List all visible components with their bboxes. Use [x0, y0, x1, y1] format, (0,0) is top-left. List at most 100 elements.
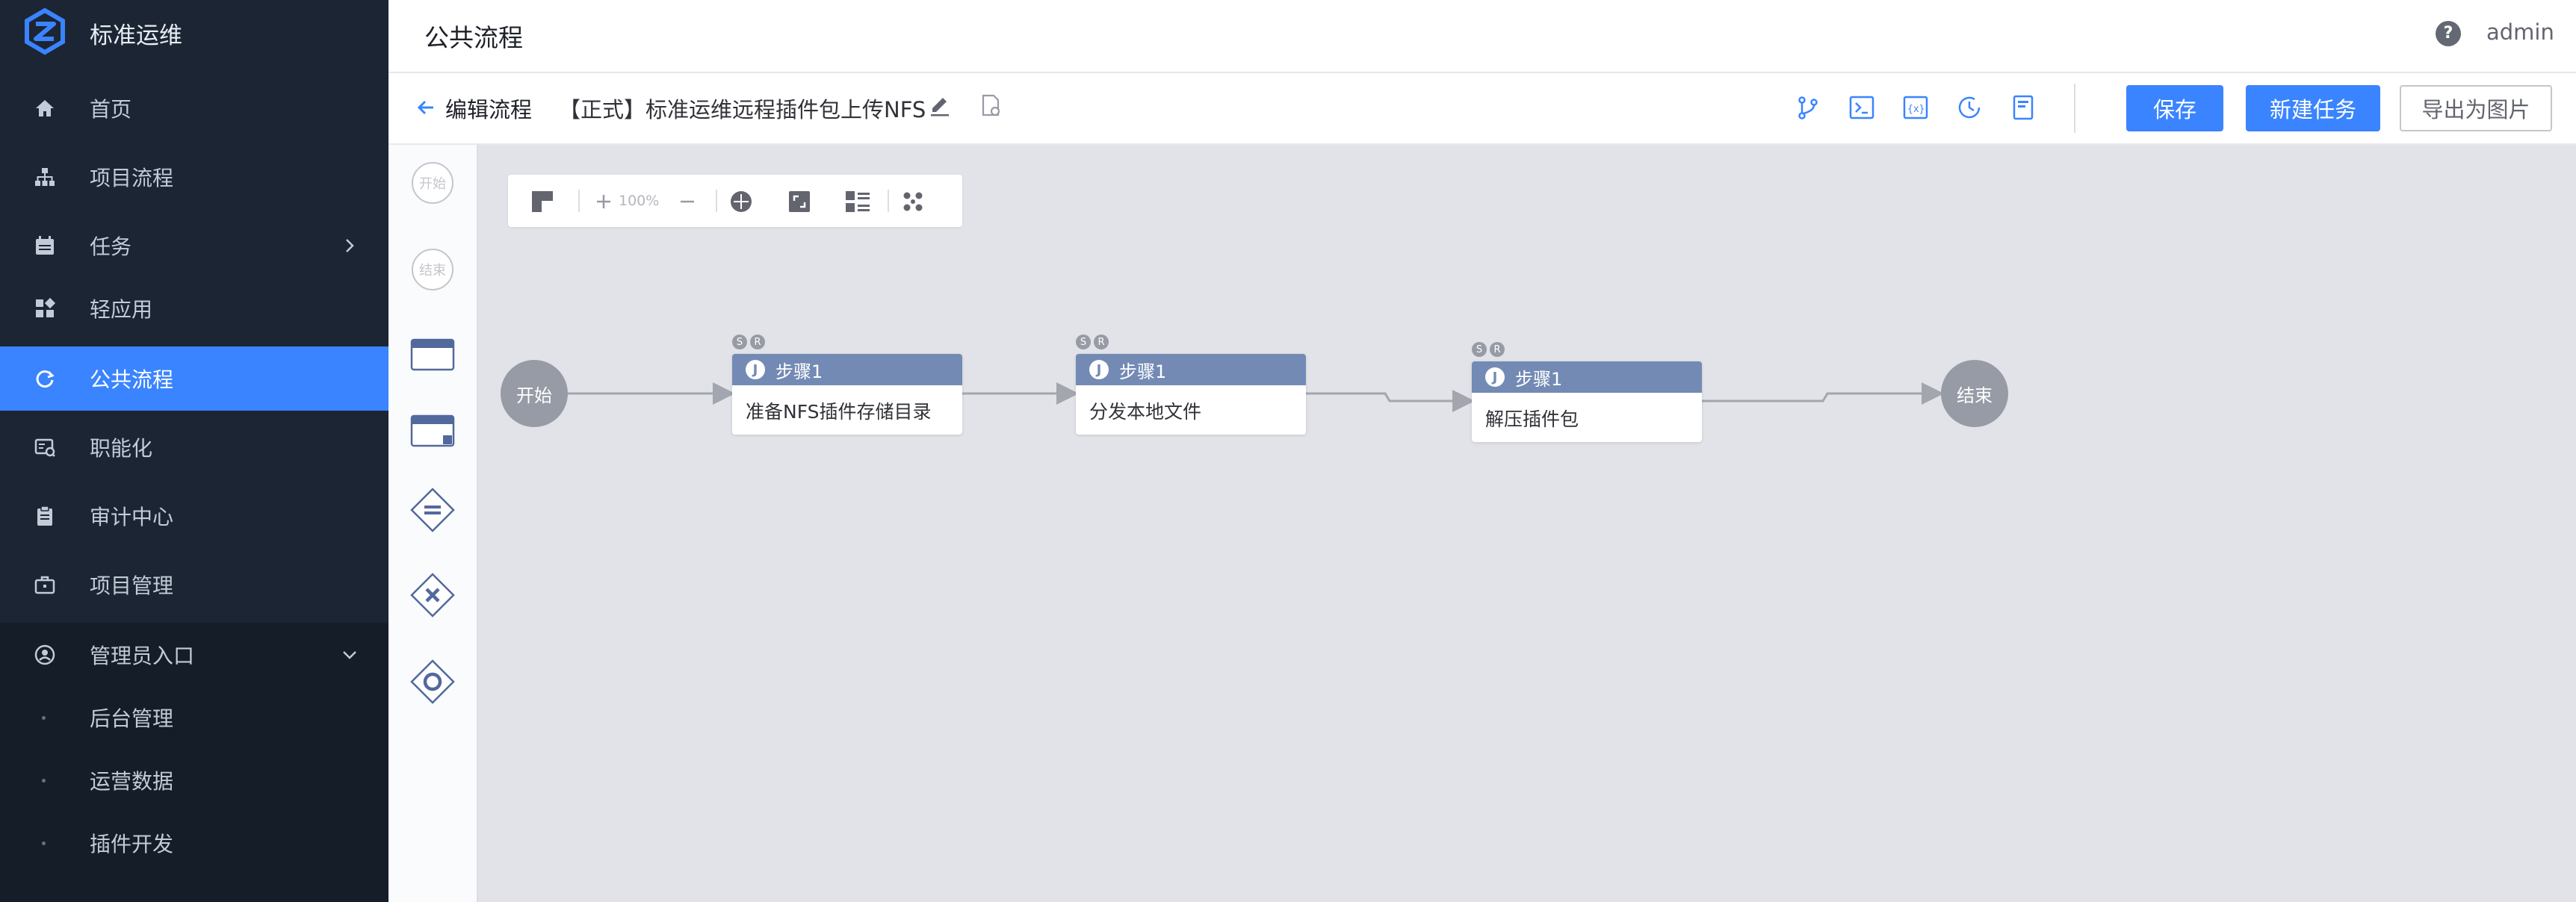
history-icon[interactable]: [1954, 93, 1984, 122]
sidebar-item-admin-entry[interactable]: 管理员入口: [0, 623, 388, 687]
sidebar-sub-item-backend[interactable]: 后台管理: [0, 687, 388, 748]
sidebar-item-label: 任务: [90, 234, 132, 259]
node-badges: S R: [732, 335, 765, 351]
badge-r: R: [1490, 342, 1505, 357]
header: 公共流程 ? admin: [388, 0, 2576, 73]
sidebar: 标准运维 首页 项目流程 任务 轻应用 公共流程 职能化 审计中心 项目管理 管…: [0, 0, 388, 902]
edge-step2-to-step3[interactable]: [1304, 390, 1475, 412]
bullet-dot: [42, 841, 46, 845]
task-node-name: 分发本地文件: [1089, 401, 1202, 423]
badge-r: R: [750, 335, 765, 349]
chevron-down-icon: [343, 651, 356, 659]
arrow-left-icon[interactable]: [414, 96, 438, 119]
bullet-dot: [42, 715, 46, 720]
task-node-header: J 步骤1: [732, 354, 962, 385]
save-button[interactable]: 保存: [2126, 85, 2223, 131]
page-title: 公共流程: [424, 23, 523, 52]
sidebar-item-project-management[interactable]: 项目管理: [0, 553, 388, 617]
refresh-icon: [33, 367, 57, 391]
sidebar-item-label: 运营数据: [90, 769, 174, 794]
back-label[interactable]: 编辑流程: [445, 93, 532, 124]
app-logo[interactable]: 标准运维: [0, 0, 388, 66]
palette-subflow-node[interactable]: [409, 408, 456, 454]
badge-s: S: [732, 335, 747, 349]
sidebar-item-label: 公共流程: [90, 367, 174, 392]
sidebar-item-label: 项目流程: [90, 166, 174, 190]
task-node-header: J 步骤1: [1076, 354, 1306, 385]
sidebar-item-label: 审计中心: [90, 505, 174, 529]
task-node-header: J 步骤1: [1472, 361, 1702, 393]
sidebar-item-label: 轻应用: [90, 297, 153, 322]
sidebar-item-project-flow[interactable]: 项目流程: [0, 145, 388, 209]
palette-task-node[interactable]: [409, 332, 456, 378]
sidebar-sub-item-plugin-dev[interactable]: 插件开发: [0, 812, 388, 874]
document-icon[interactable]: [2008, 93, 2038, 122]
briefcase-icon: [33, 573, 57, 597]
node-badges: S R: [1472, 342, 1505, 358]
flow-end-node[interactable]: 结束: [1941, 360, 2008, 427]
bullet-dot: [42, 778, 46, 783]
palette-start-label: 开始: [419, 176, 446, 192]
branch-icon[interactable]: [1793, 93, 1823, 122]
function-icon: [33, 435, 57, 459]
svg-text:{x}: {x}: [1907, 104, 1925, 115]
user-name[interactable]: admin: [2486, 19, 2554, 45]
task-node[interactable]: J 步骤1 准备NFS插件存储目录: [732, 354, 962, 435]
file-settings-icon[interactable]: [977, 93, 1004, 119]
node-badges: S R: [1076, 335, 1109, 351]
pencil-icon[interactable]: [926, 93, 953, 119]
task-node-name: 准备NFS插件存储目录: [746, 401, 932, 423]
task-node-step: 步骤1: [1515, 368, 1563, 390]
app-title: 标准运维: [90, 22, 182, 49]
flow-name: 【正式】标准运维远程插件包上传NFS: [559, 97, 926, 122]
palette-parallel-gateway[interactable]: [409, 487, 456, 533]
task-node-step: 步骤1: [1119, 361, 1167, 382]
home-icon: [33, 96, 57, 120]
task-node-step: 步骤1: [775, 361, 823, 382]
sidebar-item-light-apps[interactable]: 轻应用: [0, 276, 388, 340]
chevron-right-icon: [346, 239, 354, 252]
palette-end-label: 结束: [419, 263, 446, 279]
job-icon: J: [1089, 360, 1109, 379]
flow-canvas[interactable]: 100% 开始 S R J 步骤1 准备NFS插件存储目录 S R J 步骤1 …: [478, 145, 2576, 902]
palette-converge-gateway[interactable]: [409, 659, 456, 705]
sidebar-item-label: 后台管理: [90, 706, 174, 731]
badge-s: S: [1076, 335, 1091, 349]
sidebar-item-label: 项目管理: [90, 573, 174, 598]
sidebar-item-label: 首页: [90, 97, 132, 122]
task-node[interactable]: J 步骤1 分发本地文件: [1076, 354, 1306, 435]
calendar-icon: [33, 234, 57, 258]
sidebar-item-tasks[interactable]: 任务: [0, 214, 388, 278]
palette-start-node[interactable]: 开始: [409, 160, 456, 206]
badge-r: R: [1094, 335, 1109, 349]
sidebar-item-home[interactable]: 首页: [0, 76, 388, 140]
sidebar-item-label: 职能化: [90, 436, 153, 461]
export-image-button[interactable]: 导出为图片: [2400, 85, 2552, 131]
toolbar-divider: [2074, 84, 2075, 133]
sidebar-item-functionalization[interactable]: 职能化: [0, 415, 388, 479]
palette-exclusive-gateway[interactable]: [409, 572, 456, 618]
new-task-button[interactable]: 新建任务: [2246, 85, 2380, 131]
sidebar-item-audit-center[interactable]: 审计中心: [0, 484, 388, 548]
sitemap-icon: [33, 165, 57, 189]
apps-icon: [33, 296, 57, 320]
job-icon: J: [746, 360, 765, 379]
help-icon[interactable]: ?: [2436, 21, 2461, 46]
sidebar-sub-item-operations-data[interactable]: 运营数据: [0, 750, 388, 811]
flow-editor-toolbar: 编辑流程 【正式】标准运维远程插件包上传NFS {x} 保存 新建任务 导出为图…: [388, 73, 2576, 145]
palette-end-node[interactable]: 结束: [409, 246, 456, 293]
clipboard-icon: [33, 504, 57, 528]
user-circle-icon: [33, 643, 57, 667]
flow-edges: [566, 382, 1944, 412]
sidebar-item-public-flow[interactable]: 公共流程: [0, 346, 388, 411]
flow-start-node[interactable]: 开始: [501, 360, 568, 427]
terminal-icon[interactable]: [1847, 93, 1877, 122]
task-node[interactable]: J 步骤1 解压插件包: [1472, 361, 1702, 442]
sidebar-item-label: 插件开发: [90, 832, 174, 856]
variables-icon[interactable]: {x}: [1901, 93, 1931, 122]
sidebar-item-label: 管理员入口: [90, 644, 195, 668]
task-node-name: 解压插件包: [1485, 408, 1579, 430]
job-icon: J: [1485, 367, 1505, 387]
node-palette: 开始 结束: [388, 145, 478, 902]
edge-step3-to-end[interactable]: [1702, 382, 1944, 405]
